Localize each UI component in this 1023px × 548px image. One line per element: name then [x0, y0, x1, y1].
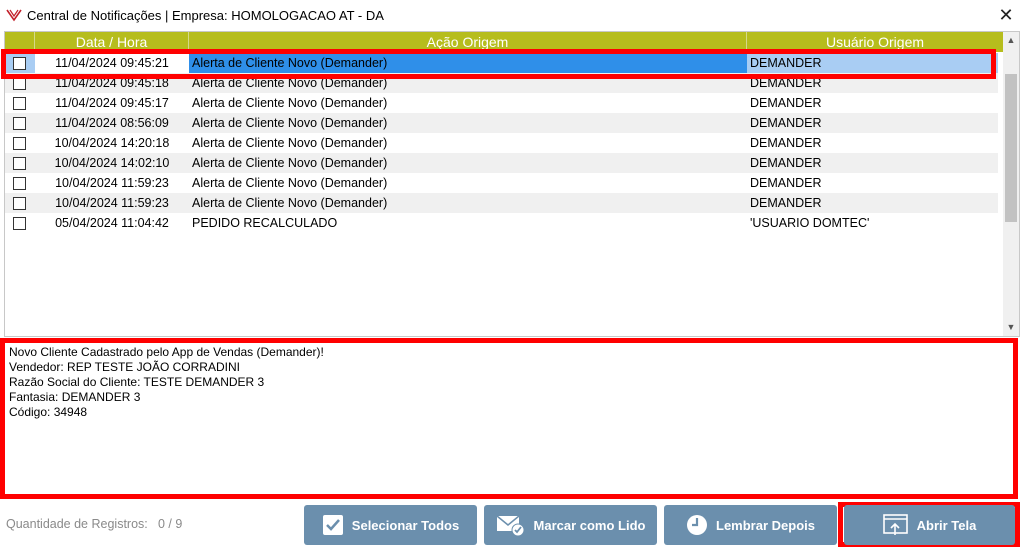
row-date: 05/04/2024 11:04:42 — [55, 216, 169, 230]
message-line: Razão Social do Cliente: TESTE DEMANDER … — [9, 375, 265, 389]
envelope-check-icon — [496, 513, 526, 537]
row-checkbox-cell — [5, 173, 35, 193]
row-date: 10/04/2024 14:02:10 — [54, 156, 170, 170]
window-title: Central de Notificações | Empresa: HOMOL… — [27, 8, 384, 23]
table-row[interactable]: 11/04/2024 09:45:17 Alerta de Cliente Nov… — [5, 93, 998, 113]
clock-icon — [686, 514, 708, 536]
row-checkbox-cell — [5, 113, 35, 133]
message-detail: Novo Cliente Cadastrado pelo App de Vend… — [6, 344, 1012, 493]
row-usuario: DEMANDER — [750, 196, 822, 210]
header-checkbox-column — [5, 32, 35, 52]
row-usuario: DEMANDER — [750, 156, 822, 170]
title-bar: Central de Notificações | Empresa: HOMOL… — [0, 0, 1023, 30]
vertical-scrollbar[interactable]: ▲ ▼ — [1003, 32, 1019, 336]
row-acao: Alerta de Cliente Novo (Demander) — [192, 96, 388, 110]
row-checkbox[interactable] — [13, 197, 26, 210]
message-line: Fantasia: DEMANDER 3 — [9, 390, 141, 404]
row-date: 10/04/2024 11:59:23 — [55, 196, 169, 210]
row-acao: PEDIDO RECALCULADO — [192, 216, 338, 230]
row-checkbox-cell — [5, 133, 35, 153]
column-header-usuario[interactable]: Usuário Origem — [747, 32, 1003, 52]
row-acao: Alerta de Cliente Novo (Demander) — [192, 156, 388, 170]
row-acao: Alerta de Cliente Novo (Demander) — [192, 176, 388, 190]
row-checkbox-cell — [5, 73, 35, 93]
row-checkbox[interactable] — [13, 137, 26, 150]
row-checkbox[interactable] — [13, 157, 26, 170]
row-date: 11/04/2024 08:56:09 — [55, 116, 169, 130]
message-line: Vendedor: REP TESTE JOÃO CORRADINI — [9, 360, 240, 374]
row-date: 10/04/2024 14:20:18 — [54, 136, 170, 150]
row-usuario: DEMANDER — [750, 116, 822, 130]
open-window-icon — [882, 513, 909, 537]
table-row[interactable]: 11/04/2024 09:45:18 Alerta de Cliente Nov… — [5, 73, 998, 93]
scroll-thumb[interactable] — [1005, 74, 1017, 222]
row-checkbox[interactable] — [13, 77, 26, 90]
checkbox-checked-icon — [322, 514, 344, 536]
select-all-button[interactable]: Selecionar Todos — [304, 505, 477, 545]
scroll-up-icon[interactable]: ▲ — [1003, 32, 1019, 48]
row-checkbox[interactable] — [13, 177, 26, 190]
table-row[interactable]: 11/04/2024 09:45:21 Alerta de Cliente Nov… — [5, 53, 998, 73]
grid-rows: 11/04/2024 09:45:21 Alerta de Cliente Nov… — [5, 53, 998, 233]
column-header-date[interactable]: Data / Hora — [35, 32, 189, 52]
row-usuario: DEMANDER — [750, 56, 822, 70]
column-header-acao[interactable]: Ação Origem — [189, 32, 747, 52]
table-row[interactable]: 05/04/2024 11:04:42 PEDIDO RECALCULADO 'US… — [5, 213, 998, 233]
open-screen-label: Abrir Tela — [916, 517, 977, 533]
grid-header: Data / Hora Ação Origem Usuário Origem — [5, 32, 1003, 52]
mark-read-button[interactable]: Marcar como Lido — [484, 505, 657, 545]
table-row[interactable]: 10/04/2024 11:59:23 Alerta de Cliente Nov… — [5, 193, 998, 213]
remind-later-button[interactable]: Lembrar Depois — [664, 505, 837, 545]
scroll-down-icon[interactable]: ▼ — [1003, 319, 1019, 335]
message-line: Código: 34948 — [9, 405, 88, 419]
row-usuario: DEMANDER — [750, 96, 822, 110]
row-date: 11/04/2024 09:45:18 — [55, 76, 169, 90]
row-date: 11/04/2024 09:45:17 — [55, 96, 169, 110]
table-row[interactable]: 11/04/2024 08:56:09 Alerta de Cliente Nov… — [5, 113, 998, 133]
row-checkbox-cell — [5, 193, 35, 213]
row-acao: Alerta de Cliente Novo (Demander) — [189, 53, 747, 73]
message-line: Novo Cliente Cadastrado pelo App de Vend… — [9, 345, 324, 359]
select-all-label: Selecionar Todos — [351, 517, 460, 533]
row-acao: Alerta de Cliente Novo (Demander) — [192, 116, 388, 130]
row-checkbox[interactable] — [13, 57, 26, 70]
record-count-label: Quantidade de Registros: — [6, 517, 148, 531]
table-row[interactable]: 10/04/2024 14:20:18 Alerta de Cliente Nov… — [5, 133, 998, 153]
mark-read-label: Marcar como Lido — [533, 517, 646, 533]
row-acao: Alerta de Cliente Novo (Demander) — [192, 136, 388, 150]
row-usuario: DEMANDER — [750, 76, 822, 90]
app-logo-icon — [6, 9, 22, 22]
row-acao: Alerta de Cliente Novo (Demander) — [192, 76, 388, 90]
row-checkbox-cell — [5, 153, 35, 173]
row-checkbox-cell — [5, 93, 35, 113]
row-date: 11/04/2024 09:45:21 — [35, 53, 189, 73]
row-checkbox[interactable] — [13, 217, 26, 230]
open-screen-button[interactable]: Abrir Tela — [844, 505, 1015, 545]
row-checkbox[interactable] — [13, 117, 26, 130]
row-checkbox[interactable] — [13, 97, 26, 110]
remind-later-label: Lembrar Depois — [716, 517, 815, 533]
table-row[interactable]: 10/04/2024 14:02:10 Alerta de Cliente Nov… — [5, 153, 998, 173]
notifications-grid: Data / Hora Ação Origem Usuário Origem 1… — [4, 31, 1020, 337]
row-checkbox-cell — [5, 53, 35, 73]
row-date: 10/04/2024 11:59:23 — [55, 176, 169, 190]
row-usuario: DEMANDER — [750, 176, 822, 190]
row-checkbox-cell — [5, 213, 35, 233]
row-usuario: DEMANDER — [750, 136, 822, 150]
record-count-value: 0 / 9 — [158, 517, 183, 531]
row-acao: Alerta de Cliente Novo (Demander) — [192, 196, 388, 210]
row-usuario: 'USUARIO DOMTEC' — [750, 216, 870, 230]
table-row[interactable]: 10/04/2024 11:59:23 Alerta de Cliente Nov… — [5, 173, 998, 193]
close-button[interactable]: ✕ — [995, 4, 1017, 26]
